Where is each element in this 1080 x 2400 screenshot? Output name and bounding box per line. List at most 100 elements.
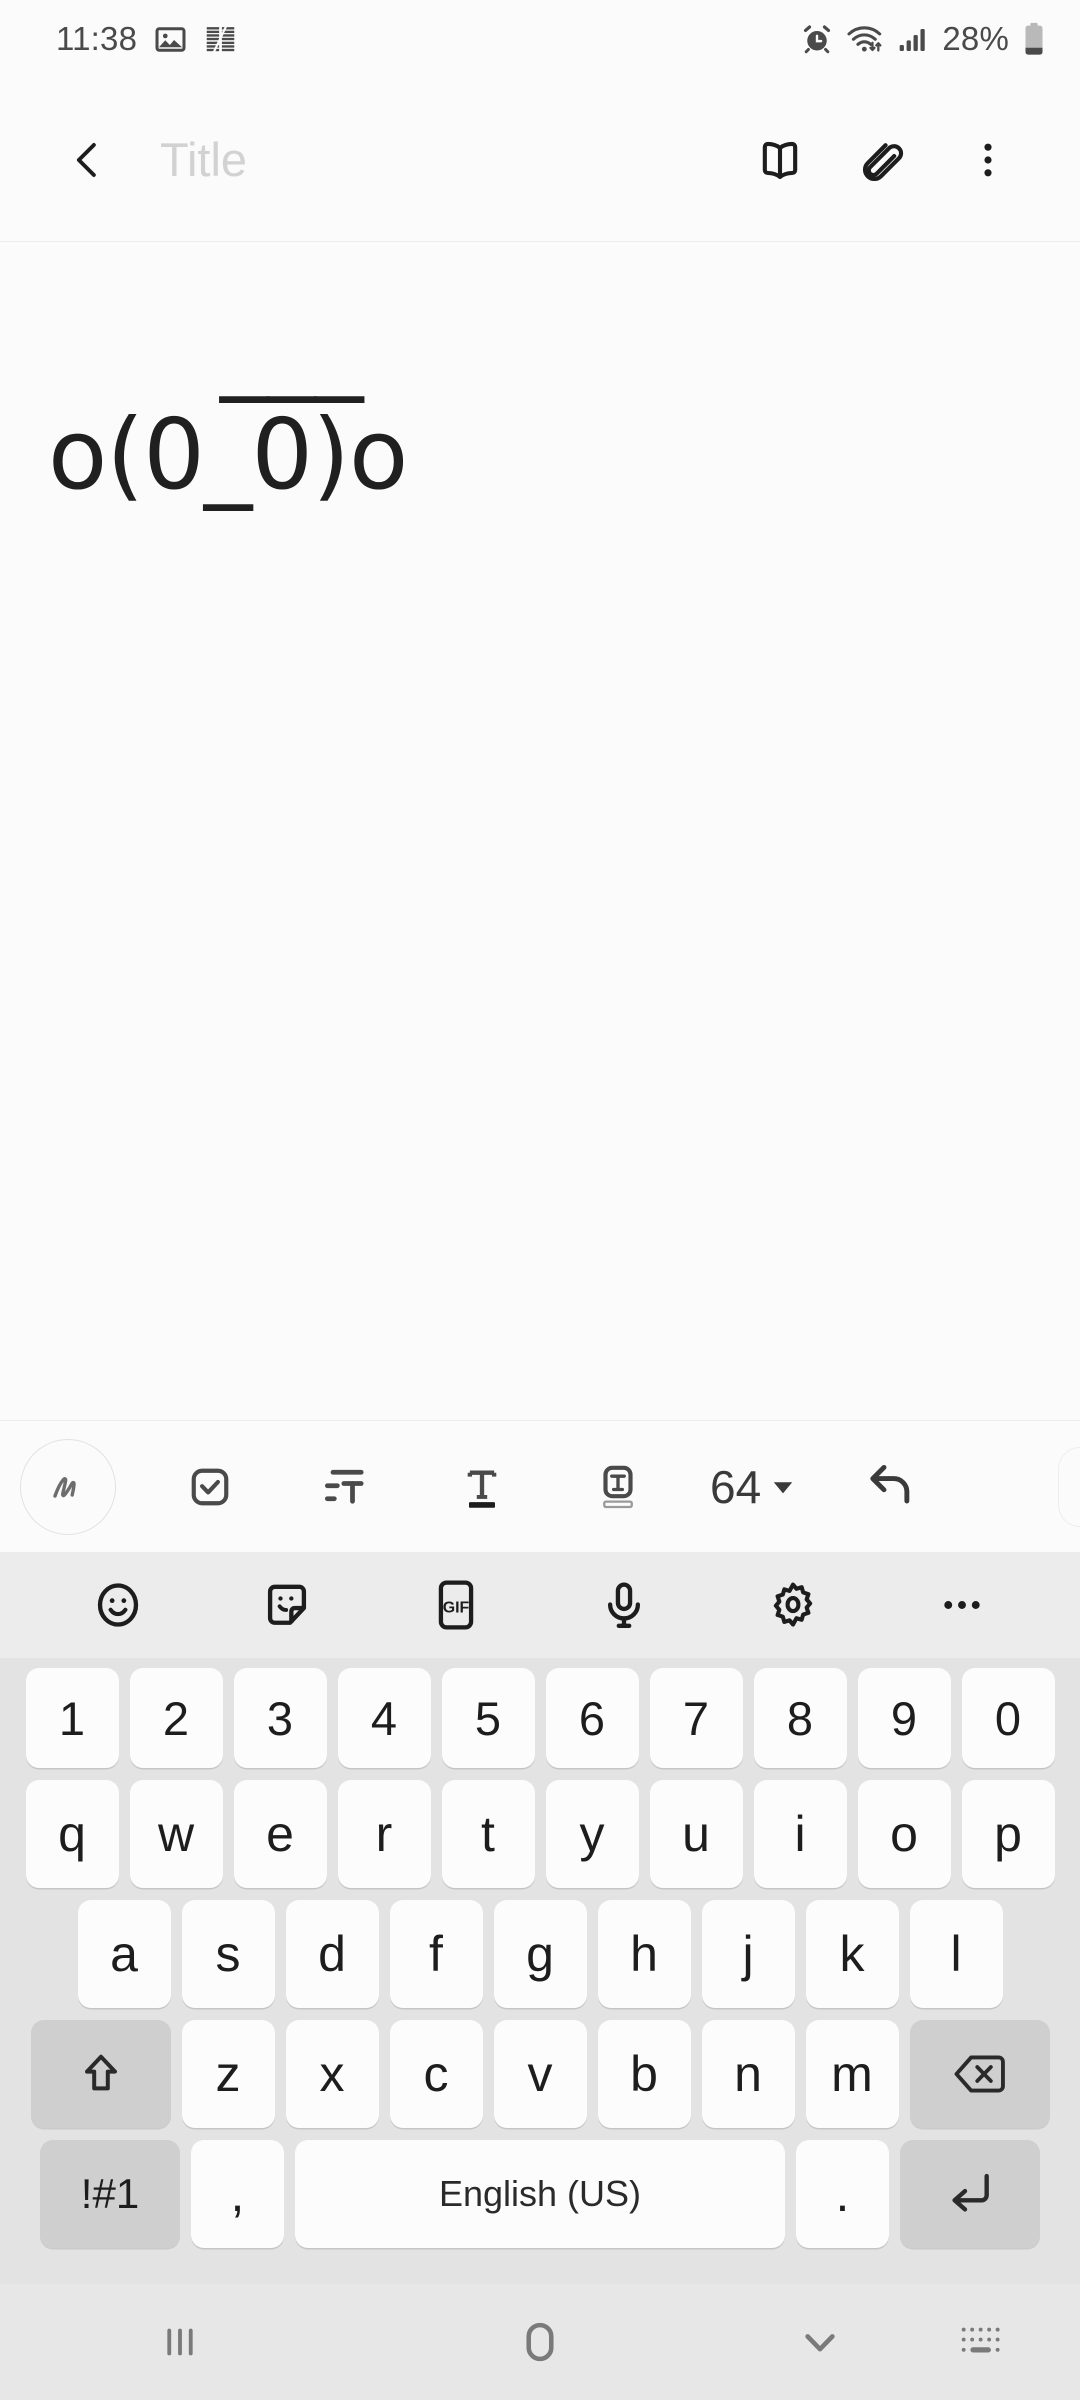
note-title-input[interactable]: Title — [160, 132, 728, 187]
key-p[interactable]: p — [961, 1780, 1055, 1888]
hide-keyboard-icon — [805, 2334, 835, 2352]
phone-screen: 11:38 28% Title ___ o(0_0)o 64 GIF 1 2 3… — [0, 0, 1080, 2400]
gallery-icon — [154, 23, 187, 56]
key-e[interactable]: e — [233, 1780, 327, 1888]
key-2[interactable]: 2 — [129, 1668, 223, 1768]
key-n[interactable]: n — [701, 2020, 795, 2128]
undo-icon — [870, 1464, 910, 1503]
battery-icon — [1022, 22, 1046, 56]
recents-icon — [167, 2328, 193, 2356]
sticker-icon — [267, 1584, 306, 1625]
note-editor[interactable]: ___ o(0_0)o — [0, 242, 1080, 1420]
attach-icon — [862, 142, 904, 181]
key-i[interactable]: i — [753, 1780, 847, 1888]
key-9[interactable]: 9 — [857, 1668, 951, 1768]
keyboard-switch-icon — [961, 2327, 1000, 2353]
comma-key[interactable]: , — [191, 2140, 284, 2248]
paragraph-style-button[interactable] — [296, 1437, 396, 1537]
key-o[interactable]: o — [857, 1780, 951, 1888]
key-y[interactable]: y — [545, 1780, 639, 1888]
back-icon — [76, 142, 96, 177]
key-t[interactable]: t — [441, 1780, 535, 1888]
keyboard-settings-button[interactable] — [747, 1559, 839, 1651]
handwriting-mode-button[interactable] — [20, 1438, 116, 1535]
note-line-2: o(0_0)o — [48, 398, 408, 512]
status-bar-left: 11:38 — [56, 20, 237, 58]
emoji-button[interactable] — [72, 1559, 164, 1651]
key-0[interactable]: 0 — [961, 1668, 1055, 1768]
key-k[interactable]: k — [805, 1900, 899, 2008]
symbols-key[interactable]: !#1 — [40, 2140, 180, 2248]
key-d[interactable]: d — [285, 1900, 379, 2008]
key-g[interactable]: g — [493, 1900, 587, 2008]
key-v[interactable]: v — [493, 2020, 587, 2128]
chevron-down-icon — [773, 1481, 793, 1493]
keyboard-more-button[interactable] — [916, 1559, 1008, 1651]
key-b[interactable]: b — [597, 2020, 691, 2128]
text-box-icon — [603, 1465, 633, 1508]
backspace-icon — [954, 2055, 1005, 2093]
key-5[interactable]: 5 — [441, 1668, 535, 1768]
key-3[interactable]: 3 — [233, 1668, 327, 1768]
checklist-button[interactable] — [160, 1437, 260, 1537]
app-bar: Title — [0, 78, 1080, 242]
undo-button[interactable] — [841, 1437, 941, 1537]
key-r[interactable]: r — [337, 1780, 431, 1888]
note-line-1: ___ — [220, 290, 364, 403]
backspace-key[interactable] — [909, 2020, 1050, 2128]
more-options-icon — [984, 143, 992, 176]
space-key[interactable]: English (US) — [295, 2140, 785, 2248]
period-key[interactable]: . — [796, 2140, 889, 2248]
more-options-button[interactable] — [936, 108, 1040, 212]
keyboard-row-top: q w e r t y u i o p — [7, 1780, 1073, 1888]
key-8[interactable]: 8 — [753, 1668, 847, 1768]
keyboard-row-home: a s d f g h j k l — [7, 1900, 1073, 2008]
key-f[interactable]: f — [389, 1900, 483, 2008]
app-bar-actions — [728, 108, 1040, 212]
keyboard-keys: 1 2 3 4 5 6 7 8 9 0 q w e r t y u i o p … — [0, 1658, 1080, 2284]
hide-keyboard-button[interactable] — [720, 2284, 920, 2400]
attach-button[interactable] — [832, 108, 936, 212]
battery-percent: 28% — [942, 20, 1009, 57]
format-toolbar: 64 — [0, 1420, 1080, 1552]
key-a[interactable]: a — [77, 1900, 171, 2008]
recents-button[interactable] — [0, 2284, 360, 2400]
reading-mode-button[interactable] — [728, 108, 832, 212]
key-w[interactable]: w — [129, 1780, 223, 1888]
more-icon — [944, 1601, 980, 1609]
key-4[interactable]: 4 — [337, 1668, 431, 1768]
svg-text:GIF: GIF — [442, 1599, 469, 1616]
voice-input-button[interactable] — [578, 1559, 670, 1651]
key-q[interactable]: q — [25, 1780, 119, 1888]
key-l[interactable]: l — [909, 1900, 1003, 2008]
gif-button[interactable]: GIF — [410, 1559, 502, 1651]
keyboard-switch-button[interactable] — [920, 2284, 1080, 2400]
format-toolbar-overflow-edge[interactable] — [1058, 1447, 1080, 1527]
key-x[interactable]: x — [285, 2020, 379, 2128]
text-box-button[interactable] — [568, 1437, 668, 1537]
font-size-selector[interactable]: 64 — [710, 1460, 795, 1514]
key-m[interactable]: m — [805, 2020, 899, 2128]
keyboard-toolbar: GIF — [0, 1552, 1080, 1658]
shift-icon — [84, 2054, 117, 2091]
back-button[interactable] — [52, 124, 124, 196]
key-h[interactable]: h — [597, 1900, 691, 2008]
pen-stroke-icon — [53, 1476, 76, 1498]
gif-icon: GIF — [438, 1580, 473, 1630]
status-bar-right: 28% — [801, 20, 1046, 58]
key-z[interactable]: z — [181, 2020, 275, 2128]
key-u[interactable]: u — [649, 1780, 743, 1888]
text-style-button[interactable] — [432, 1437, 532, 1537]
home-button[interactable] — [360, 2284, 720, 2400]
keyboard-row-numbers: 1 2 3 4 5 6 7 8 9 0 — [7, 1668, 1073, 1768]
key-s[interactable]: s — [181, 1900, 275, 2008]
key-7[interactable]: 7 — [649, 1668, 743, 1768]
enter-key[interactable] — [900, 2140, 1040, 2248]
key-c[interactable]: c — [389, 2020, 483, 2128]
reading-mode-icon — [762, 141, 798, 179]
key-1[interactable]: 1 — [25, 1668, 119, 1768]
shift-key[interactable] — [30, 2020, 171, 2128]
sticker-button[interactable] — [241, 1559, 333, 1651]
key-6[interactable]: 6 — [545, 1668, 639, 1768]
key-j[interactable]: j — [701, 1900, 795, 2008]
